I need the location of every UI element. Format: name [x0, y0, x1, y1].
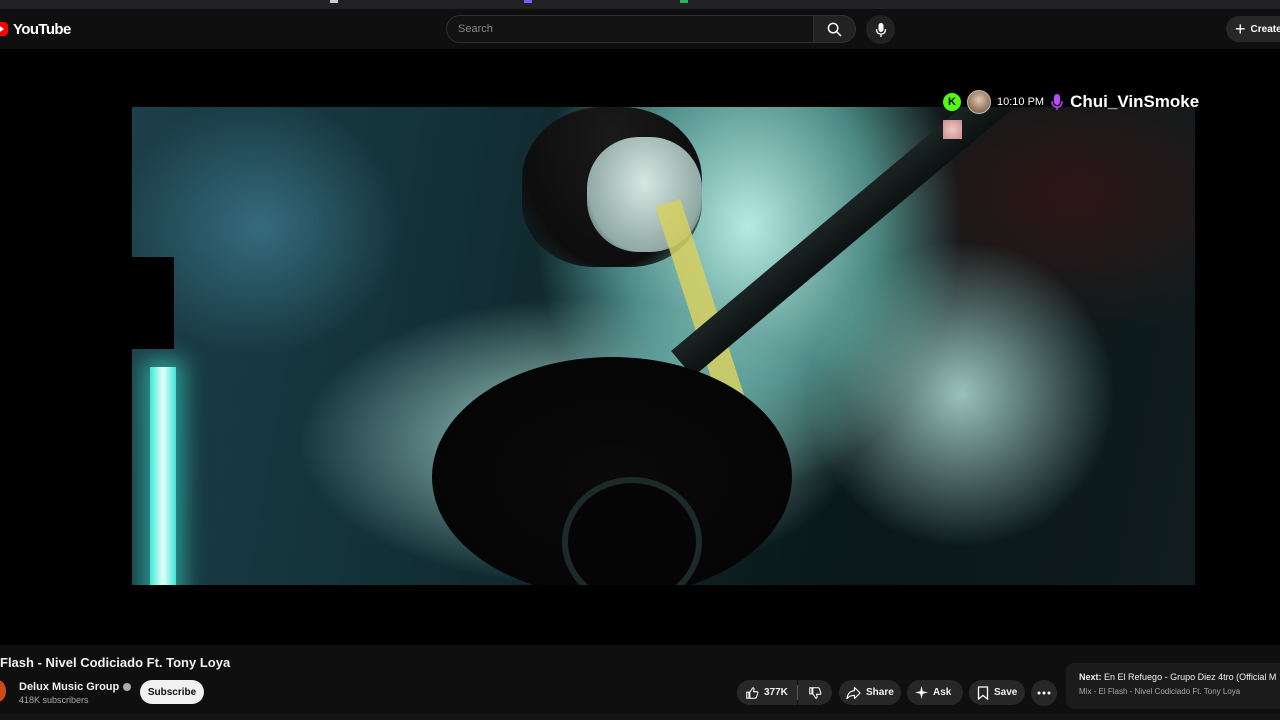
- tab-favicon: [680, 0, 688, 3]
- youtube-logo-icon: [0, 22, 8, 36]
- browser-tab-strip: [0, 0, 1280, 9]
- channel-name-text: Delux Music Group: [19, 681, 120, 693]
- masthead: YouTube + Create: [0, 9, 1280, 49]
- tab-favicon: [330, 0, 338, 3]
- thumbs-up-icon: [746, 686, 759, 699]
- subscriber-count: 418K subscribers: [19, 695, 89, 705]
- search-input[interactable]: [447, 16, 813, 42]
- like-count: 377K: [764, 687, 788, 698]
- avatar: [967, 90, 991, 114]
- purple-mic-icon: [1050, 92, 1064, 112]
- subscribe-button[interactable]: Subscribe: [140, 680, 204, 704]
- search-icon: [827, 22, 842, 37]
- mic-icon: [875, 22, 886, 37]
- video-content: [671, 107, 1184, 378]
- overlay-panel: [0, 257, 174, 349]
- save-label: Save: [994, 687, 1018, 698]
- bookmark-icon: [977, 685, 989, 700]
- more-icon: [1037, 691, 1051, 695]
- video-content: [150, 367, 176, 585]
- video-title: Flash - Nivel Codiciado Ft. Tony Loya: [0, 655, 231, 670]
- verified-icon: [123, 683, 132, 691]
- bottom-strip: [0, 714, 1280, 720]
- ask-button[interactable]: Ask: [907, 680, 963, 705]
- logo-text: YouTube: [13, 20, 71, 38]
- overlay-time: 10:10 PM: [997, 96, 1045, 108]
- sparkle-icon: [915, 686, 928, 699]
- save-button[interactable]: Save: [969, 680, 1025, 705]
- tab-favicon: [524, 0, 532, 3]
- channel-avatar[interactable]: [0, 680, 6, 702]
- up-next-video-title: En El Refuego - Grupo Diez 4tro (Officia…: [1104, 672, 1277, 682]
- youtube-logo[interactable]: YouTube: [0, 19, 71, 39]
- create-button[interactable]: + Create: [1226, 16, 1280, 42]
- video-frame[interactable]: [132, 107, 1195, 585]
- search-button[interactable]: [814, 15, 856, 43]
- voice-search-button[interactable]: [866, 15, 895, 44]
- plus-icon: +: [1235, 19, 1246, 39]
- emote-icon: [943, 120, 962, 139]
- video-player[interactable]: [0, 49, 1280, 645]
- stream-overlay: K 10:10 PM Chui_VinSmoke: [943, 90, 1199, 114]
- up-next-subtitle: Mix - El Flash - Nivel Codiciado Ft. Ton…: [1079, 687, 1241, 696]
- share-button[interactable]: Share: [839, 680, 901, 705]
- more-actions-button[interactable]: [1031, 680, 1057, 706]
- search-box: [446, 15, 814, 43]
- kick-icon: K: [943, 93, 961, 111]
- channel-name[interactable]: Delux Music Group: [19, 681, 132, 693]
- up-next-title: Next: En El Refuego - Grupo Diez 4tro (O…: [1079, 672, 1280, 682]
- ask-label: Ask: [933, 687, 952, 698]
- dislike-button[interactable]: [798, 680, 832, 705]
- create-label: Create: [1250, 23, 1280, 35]
- share-label: Share: [866, 687, 894, 698]
- like-button[interactable]: 377K: [737, 680, 797, 705]
- up-next-prefix: Next:: [1079, 672, 1102, 682]
- overlay-username: Chui_VinSmoke: [1070, 92, 1200, 111]
- thumbs-down-icon: [809, 686, 822, 699]
- up-next-card[interactable]: Next: En El Refuego - Grupo Diez 4tro (O…: [1066, 663, 1280, 709]
- share-icon: [846, 686, 861, 699]
